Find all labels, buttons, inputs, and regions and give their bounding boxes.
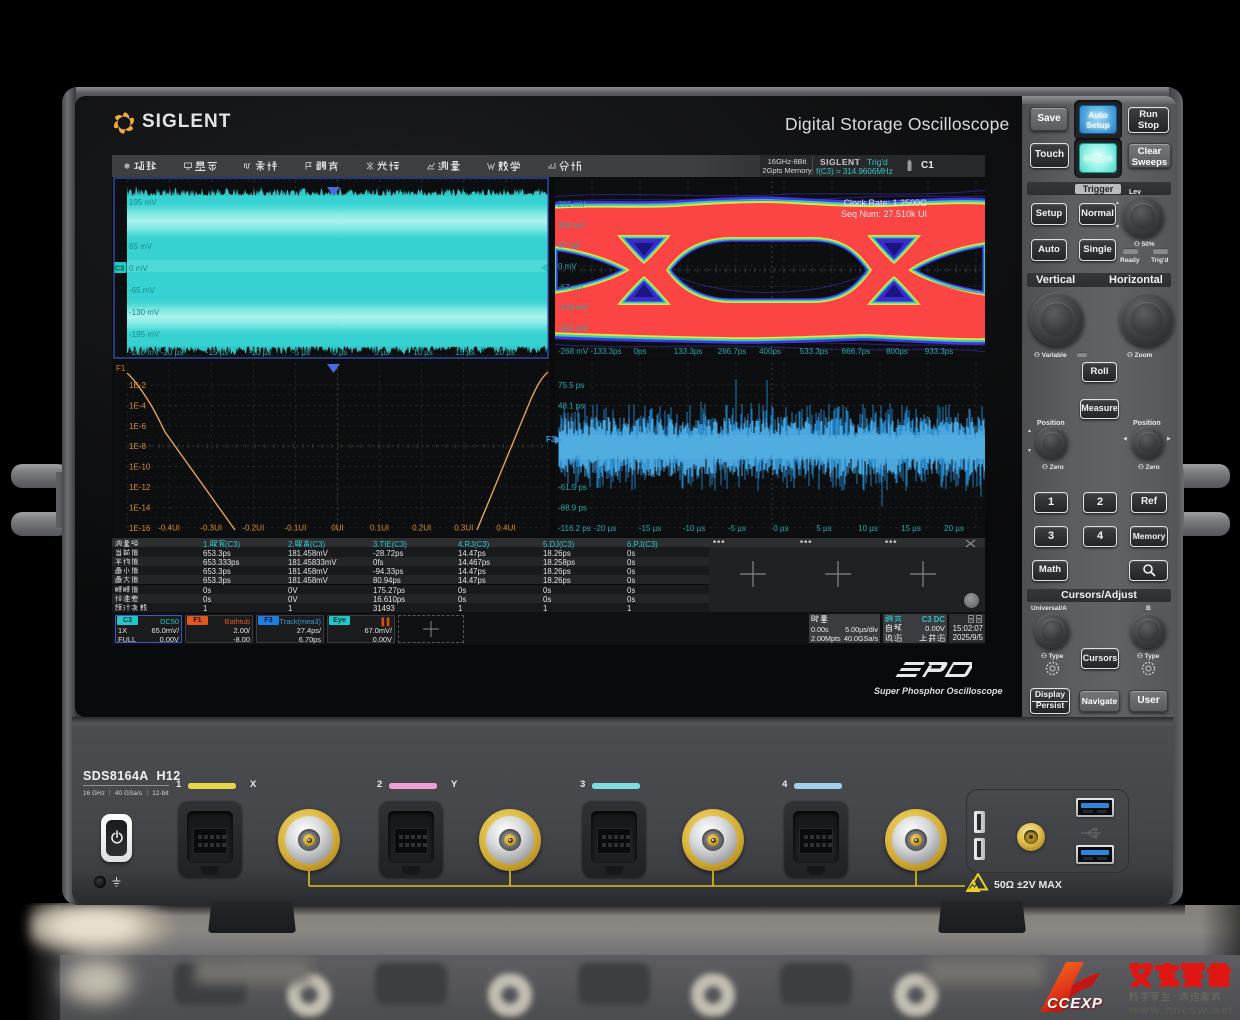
svg-text:C3: C3 bbox=[115, 264, 125, 273]
svg-text:67 mV: 67 mV bbox=[558, 241, 582, 250]
svg-text:5 µs: 5 µs bbox=[816, 524, 831, 533]
svg-text:134 mV: 134 mV bbox=[558, 221, 586, 230]
svg-text:-134 mV: -134 mV bbox=[558, 303, 589, 312]
svg-text:-15 µs: -15 µs bbox=[639, 524, 661, 533]
svg-text:-15 µs: -15 µs bbox=[206, 348, 228, 357]
svg-text:-67 mV: -67 mV bbox=[558, 283, 584, 292]
svg-text:-201 mV: -201 mV bbox=[558, 324, 589, 333]
svg-text:0.2UI: 0.2UI bbox=[412, 524, 431, 533]
svg-text:-61.5 ps: -61.5 ps bbox=[558, 483, 587, 492]
svg-text:1E-16: 1E-16 bbox=[129, 524, 151, 533]
svg-text:666.7ps: 666.7ps bbox=[842, 347, 870, 356]
svg-text:-195 mV: -195 mV bbox=[129, 330, 160, 339]
svg-text:-5 µs: -5 µs bbox=[292, 348, 310, 357]
svg-text:0.1UI: 0.1UI bbox=[370, 524, 389, 533]
svg-text:0 mV: 0 mV bbox=[558, 262, 577, 271]
svg-text:5 µs: 5 µs bbox=[374, 348, 389, 357]
svg-text:-20 µs: -20 µs bbox=[594, 524, 616, 533]
svg-text:-0.3UI: -0.3UI bbox=[200, 524, 222, 533]
svg-text:0UI: 0UI bbox=[331, 524, 343, 533]
svg-text:-268 mV: -268 mV bbox=[558, 347, 589, 356]
svg-text:20 µs: 20 µs bbox=[495, 348, 515, 357]
svg-text:1E-8: 1E-8 bbox=[129, 442, 146, 451]
svg-text:195 mV: 195 mV bbox=[129, 198, 157, 207]
svg-text:48.1 ps: 48.1 ps bbox=[558, 401, 584, 410]
svg-text:266.7ps: 266.7ps bbox=[718, 347, 746, 356]
svg-text:0 µs: 0 µs bbox=[332, 348, 347, 357]
svg-text:0ps: 0ps bbox=[634, 347, 647, 356]
svg-text:-133.3ps: -133.3ps bbox=[590, 347, 621, 356]
svg-text:0.3UI: 0.3UI bbox=[454, 524, 473, 533]
svg-text:15 µs: 15 µs bbox=[455, 348, 475, 357]
svg-text:10 µs: 10 µs bbox=[413, 348, 433, 357]
svg-text:0 µs: 0 µs bbox=[773, 524, 788, 533]
svg-text:-10 µs: -10 µs bbox=[683, 524, 705, 533]
svg-text:15 µs: 15 µs bbox=[901, 524, 921, 533]
svg-text:-0.1UI: -0.1UI bbox=[285, 524, 307, 533]
svg-text:1E-6: 1E-6 bbox=[129, 422, 146, 431]
svg-text:Clock Rate: 1.2500G: Clock Rate: 1.2500G bbox=[843, 198, 927, 208]
svg-text:800ps: 800ps bbox=[886, 347, 908, 356]
svg-text:-260 mV: -260 mV bbox=[129, 348, 160, 357]
svg-text:0.4UI: 0.4UI bbox=[496, 524, 515, 533]
svg-text:-10 µs: -10 µs bbox=[249, 348, 271, 357]
svg-text:-0.4UI: -0.4UI bbox=[158, 524, 180, 533]
svg-text:-130 mV: -130 mV bbox=[129, 308, 160, 317]
svg-text:201 mV: 201 mV bbox=[558, 200, 586, 209]
svg-text:-65 mV: -65 mV bbox=[129, 286, 155, 295]
svg-text:1E-12: 1E-12 bbox=[129, 483, 151, 492]
svg-text:133.3ps: 133.3ps bbox=[674, 347, 702, 356]
svg-text:10 µs: 10 µs bbox=[858, 524, 878, 533]
svg-text:400ps: 400ps bbox=[759, 347, 781, 356]
svg-text:75.5 ps: 75.5 ps bbox=[558, 381, 584, 390]
svg-text:F1: F1 bbox=[116, 364, 126, 373]
svg-text:1E-4: 1E-4 bbox=[129, 401, 146, 410]
svg-text:533.3ps: 533.3ps bbox=[800, 347, 828, 356]
svg-text:20 µs: 20 µs bbox=[944, 524, 964, 533]
svg-text:-20 µs: -20 µs bbox=[161, 348, 183, 357]
svg-text:65 mV: 65 mV bbox=[129, 242, 153, 251]
svg-text:0 mV: 0 mV bbox=[129, 264, 148, 273]
svg-text:-5 µs: -5 µs bbox=[728, 524, 746, 533]
svg-text:-116.2 ps: -116.2 ps bbox=[558, 524, 591, 533]
svg-text:1E-2: 1E-2 bbox=[129, 381, 146, 390]
svg-text:Seq Num: 27.510k UI: Seq Num: 27.510k UI bbox=[841, 209, 927, 219]
svg-text:933.3ps: 933.3ps bbox=[925, 347, 953, 356]
svg-text:1E-10: 1E-10 bbox=[129, 463, 151, 472]
svg-text:1E-14: 1E-14 bbox=[129, 503, 151, 512]
svg-text:-0.2UI: -0.2UI bbox=[242, 524, 264, 533]
svg-text:-88.9 ps: -88.9 ps bbox=[558, 503, 587, 512]
